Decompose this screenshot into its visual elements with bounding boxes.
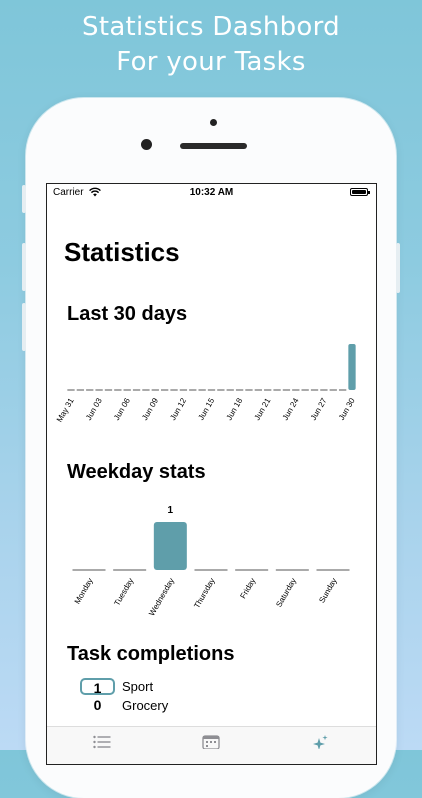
x-tick-label: Monday <box>73 577 95 606</box>
earpiece-speaker <box>180 143 247 149</box>
x-tick-label: Jun 06 <box>112 396 132 422</box>
completion-count: 0 <box>93 697 102 713</box>
x-tick-label: Thursday <box>192 577 216 610</box>
last-30-days-chart: May 31 Jun 03 Jun 06 Jun 09 Jun 12 Jun 15 Jun … <box>55 344 357 424</box>
battery-icon <box>350 188 370 196</box>
calendar-icon[interactable] <box>202 735 220 749</box>
completion-count: 1 <box>80 678 115 696</box>
phone-side-button <box>22 185 26 213</box>
status-time: 10:32 AM <box>189 187 234 198</box>
x-tick-label: Sunday <box>317 577 338 605</box>
x-tick-label: Jun 18 <box>225 396 245 422</box>
phone-volume-up-button <box>22 243 26 291</box>
data-label: 1 <box>168 505 174 516</box>
x-tick-label: Wednesday <box>147 577 176 617</box>
x-tick-label: Saturday <box>274 577 298 609</box>
x-tick-label: Jun 21 <box>253 396 273 422</box>
x-tick-label: Jun 12 <box>168 396 188 422</box>
app-screen: Carrier 10:32 AM Statistics Last 30 days… <box>46 183 377 765</box>
task-name: Sport <box>122 679 154 694</box>
x-tick-label: Jun 03 <box>84 396 104 422</box>
x-tick-label: Jun 09 <box>140 396 160 422</box>
proximity-sensor <box>141 139 152 150</box>
x-tick-label: Tuesday <box>112 577 135 608</box>
status-bar: Carrier 10:32 AM <box>47 184 376 202</box>
bar <box>348 344 356 390</box>
front-camera <box>210 119 217 126</box>
section-title-last-30-days: Last 30 days <box>67 303 188 325</box>
sparkles-icon[interactable] <box>311 735 329 749</box>
section-title-weekday-stats: Weekday stats <box>67 461 206 483</box>
phone-volume-down-button <box>22 303 26 351</box>
x-tick-label: Jun 15 <box>196 396 216 422</box>
x-tick-label: May 31 <box>55 396 76 424</box>
section-title-task-completions: Task completions <box>67 643 235 665</box>
headline-line-1: Statistics Dashbord <box>82 12 340 42</box>
page-title: Statistics <box>64 237 180 267</box>
weekday-stats-chart: Monday Tuesday 1 Wednesday Thursday Friday Sat… <box>72 505 350 617</box>
tab-bar <box>47 726 376 764</box>
list-icon[interactable] <box>93 735 111 749</box>
x-tick-label: Jun 27 <box>309 396 329 422</box>
bar <box>153 522 187 570</box>
x-tick-label: Jun 30 <box>337 396 357 422</box>
task-name: Grocery <box>122 698 169 713</box>
x-tick-label: Friday <box>238 577 257 601</box>
headline-line-2: For your Tasks <box>116 47 306 77</box>
phone-power-button <box>396 243 400 293</box>
x-tick-label: Jun 24 <box>281 396 301 422</box>
